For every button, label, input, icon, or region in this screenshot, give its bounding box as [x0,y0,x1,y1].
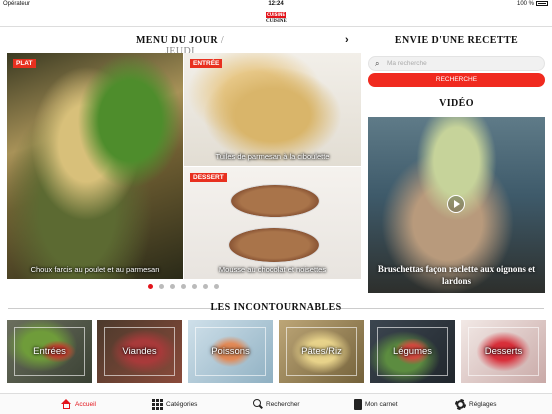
menu-title-text: MENU DU JOUR [135,35,218,46]
tab-notebook-label: Mon carnet [365,401,398,408]
chevron-right-icon[interactable]: › [345,34,349,46]
carousel-tile-entree[interactable]: ENTRÉE Tuiles de parmesan à la ciboulett… [184,53,361,166]
app-logo: CUISINE CUISINE [266,12,287,25]
tab-bar: Accueil Catégories Rechercher Mon carnet… [0,393,552,414]
tile-label-entree: Tuiles de parmesan à la ciboulette [215,152,330,161]
logo-bottom: CUISINE [266,19,287,24]
video-caption: Bruschettas façon raclette aux oignons e… [377,264,536,286]
grid-icon [152,398,163,410]
search-button[interactable]: RECHERCHE [368,73,545,87]
tab-settings-label: Réglages [469,401,497,408]
tile-label-plat: Choux farcis au poulet et au parmesan [30,265,160,274]
battery-status: 100 % [517,1,548,7]
category-legumes[interactable]: Légumes [370,320,455,383]
category-label: Viandes [122,346,157,357]
category-viandes[interactable]: Viandes [97,320,182,383]
category-label: Légumes [392,346,433,357]
category-pates-riz[interactable]: Pâtes/Riz [279,320,364,383]
gear-icon [455,398,466,410]
category-desserts[interactable]: Desserts [461,320,546,383]
dessert-bowl-image [228,227,320,263]
tab-search[interactable]: Rechercher [253,398,300,412]
divider [8,308,218,309]
header-divider [0,26,552,27]
category-label: Pâtes/Riz [301,346,342,357]
clock: 12:24 [268,1,284,7]
badge-plat: PLAT [13,59,36,68]
badge-entree: ENTRÉE [190,59,223,68]
video-thumbnail[interactable]: Bruschettas façon raclette aux oignons e… [368,117,545,293]
category-label: Entrées [33,346,66,357]
tab-home[interactable]: Accueil [61,398,96,412]
status-bar: Opérateur 12:24 100 % [0,0,552,10]
tab-categories-label: Catégories [166,401,198,408]
tab-settings[interactable]: Réglages [455,398,496,412]
category-label: Desserts [484,346,523,357]
divider [334,308,544,309]
carousel-tile-plat[interactable]: PLAT Choux farcis au poulet et au parmes… [7,53,183,279]
search-placeholder: Ma recherche [387,60,427,67]
battery-icon [536,1,548,6]
tab-search-label: Rechercher [266,401,300,408]
tab-notebook[interactable]: Mon carnet [354,398,398,412]
category-poissons[interactable]: Poissons [188,320,273,383]
page-dot[interactable] [148,284,153,289]
home-icon [61,399,72,410]
page-dot[interactable] [192,284,197,289]
notebook-icon [354,398,362,410]
carousel-tile-dessert[interactable]: DESSERT Mousse au chocolat et noisettes [184,167,361,279]
page-dot[interactable] [181,284,186,289]
search-icon [253,399,263,409]
category-entrees[interactable]: Entrées [7,320,92,383]
incontournables-title: LES INCONTOURNABLES [210,302,342,313]
page-indicator [148,284,225,290]
search-input[interactable]: ⌕ Ma recherche [368,56,545,71]
page-dot[interactable] [214,284,219,289]
tab-home-label: Accueil [75,401,96,408]
page-dot[interactable] [203,284,208,289]
tab-categories[interactable]: Catégories [152,398,197,412]
dessert-bowl-image [230,184,320,218]
badge-dessert: DESSERT [190,173,227,182]
page-dot[interactable] [170,284,175,289]
recipe-search-title: ENVIE D'UNE RECETTE [394,35,519,46]
category-label: Poissons [211,346,250,357]
tile-label-dessert: Mousse au chocolat et noisettes [218,265,327,274]
page-dot[interactable] [159,284,164,289]
play-icon[interactable] [447,195,465,213]
search-icon: ⌕ [375,59,380,68]
video-title: VIDÉO [439,98,474,109]
